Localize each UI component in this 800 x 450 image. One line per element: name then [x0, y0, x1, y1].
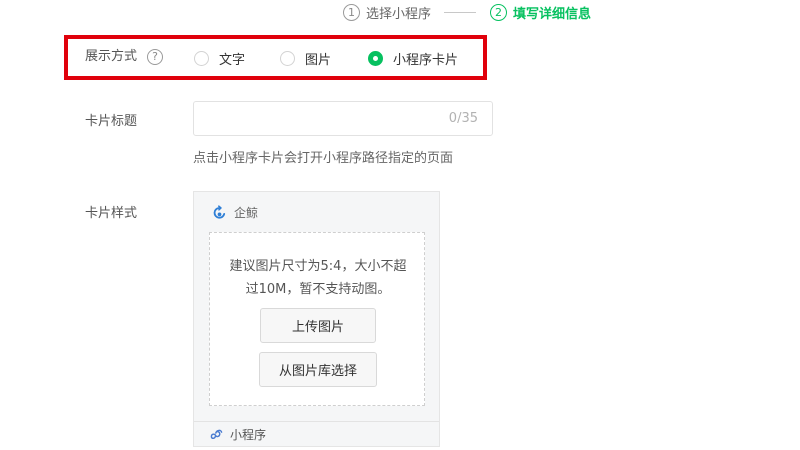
select-from-library-button[interactable]: 从图片库选择 — [259, 352, 377, 387]
radio-text[interactable]: 文字 — [194, 49, 245, 68]
radio-miniprogram-card-circle[interactable] — [368, 51, 383, 66]
radio-text-label: 文字 — [219, 53, 246, 68]
upload-hint-line-2: 过10M，暂不支持动图。 — [245, 282, 391, 297]
radio-text-circle[interactable] — [194, 51, 209, 66]
radio-image[interactable]: 图片 — [280, 49, 331, 68]
card-brand-name: 企鲸 — [234, 206, 259, 220]
step-1-number: 1 — [343, 3, 360, 21]
step-divider — [444, 11, 477, 13]
card-brand: 企鲸 — [212, 204, 258, 221]
card-title-input[interactable] — [194, 102, 434, 135]
card-title-hint: 点击小程序卡片会打开小程序路径指定的页面 — [193, 151, 454, 166]
card-title-label: 卡片标题 — [85, 114, 138, 129]
radio-image-circle[interactable] — [280, 51, 295, 66]
step-2: 2 填写详细信息 — [490, 3, 591, 22]
card-preview: 企鲸 建议图片尺寸为5:4，大小不超 过10M，暂不支持动图。 上传图片 从图片… — [193, 191, 440, 447]
help-icon[interactable]: ? — [147, 49, 163, 65]
miniprogram-icon — [210, 429, 223, 439]
card-title-field[interactable]: 0/35 — [193, 101, 493, 136]
radio-checked-dot — [373, 56, 378, 61]
step-indicator: 1 选择小程序 2 填写详细信息 — [343, 3, 591, 22]
radio-miniprogram-card-label: 小程序卡片 — [393, 53, 459, 68]
card-style-label: 卡片样式 — [85, 206, 138, 221]
card-footer: 小程序 — [194, 421, 439, 446]
image-upload-area[interactable]: 建议图片尺寸为5:4，大小不超 过10M，暂不支持动图。 上传图片 从图片库选择 — [209, 232, 425, 406]
upload-image-button[interactable]: 上传图片 — [260, 308, 376, 343]
brand-logo-icon — [213, 205, 226, 219]
step-2-number: 2 — [490, 3, 508, 21]
card-title-counter: 0/35 — [448, 111, 478, 126]
radio-image-label: 图片 — [305, 53, 332, 68]
upload-hint-line-1: 建议图片尺寸为5:4，大小不超 — [229, 259, 407, 274]
page: 1 选择小程序 2 填写详细信息 展示方式 ? 文字 图片 小程序卡片 卡片标题… — [0, 0, 800, 450]
radio-miniprogram-card[interactable]: 小程序卡片 — [368, 49, 458, 68]
upload-hint: 建议图片尺寸为5:4，大小不超 过10M，暂不支持动图。 — [210, 255, 426, 301]
card-footer-label: 小程序 — [230, 427, 267, 442]
step-1-label: 选择小程序 — [366, 6, 432, 22]
step-1: 1 选择小程序 — [343, 3, 431, 22]
display-mode-label: 展示方式 — [85, 49, 138, 64]
step-2-label: 填写详细信息 — [513, 6, 592, 22]
